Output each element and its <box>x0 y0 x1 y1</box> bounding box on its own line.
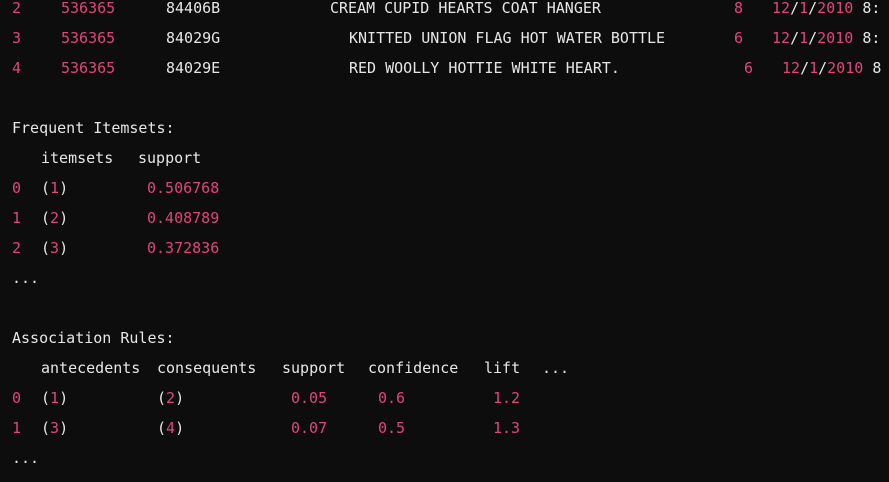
invoice-date: 12/1/2010 8: <box>772 29 881 47</box>
support-value: 0.408789 <box>147 209 220 227</box>
itemset: (2) <box>41 209 69 227</box>
frequent-row: 1 (2) 0.408789 <box>0 207 219 229</box>
support-value: 0.07 <box>291 419 328 437</box>
ellipsis: ... <box>12 449 40 467</box>
invoice-no: 536365 <box>61 0 116 17</box>
rule-row: 1 (3) (4) 0.07 0.5 1.3 <box>0 417 520 439</box>
consequent: (4) <box>157 419 185 437</box>
description: RED WOOLLY HOTTIE WHITE HEART. <box>349 59 620 77</box>
consequent: (2) <box>157 389 185 407</box>
itemset: (3) <box>41 239 69 257</box>
confidence-value: 0.6 <box>378 389 406 407</box>
row-index: 2 <box>12 0 22 17</box>
row-index: 0 <box>12 389 22 407</box>
itemset: (1) <box>41 179 69 197</box>
frequent-itemsets-heading: Frequent Itemsets: <box>12 119 175 137</box>
rule-row: 0 (1) (2) 0.05 0.6 1.2 <box>0 387 520 409</box>
invoice-date: 12/1/2010 8: <box>772 0 881 17</box>
col-consequents: consequents <box>157 359 257 377</box>
antecedent: (1) <box>41 389 69 407</box>
row-index: 4 <box>12 59 22 77</box>
antecedent: (3) <box>41 419 69 437</box>
description: KNITTED UNION FLAG HOT WATER BOTTLE <box>349 29 666 47</box>
col-support: support <box>138 149 202 167</box>
invoice-no: 536365 <box>61 29 116 47</box>
frequent-row: 0 (1) 0.506768 <box>0 177 219 199</box>
invoice-no: 536365 <box>61 59 116 77</box>
col-more: ... <box>542 359 570 377</box>
row-index: 2 <box>12 239 22 257</box>
stock-code: 84406B <box>166 0 221 17</box>
col-confidence: confidence <box>368 359 459 377</box>
confidence-value: 0.5 <box>378 419 406 437</box>
stock-code: 84029E <box>166 59 221 77</box>
row-index: 0 <box>12 179 22 197</box>
row-index: 3 <box>12 29 22 47</box>
col-itemsets: itemsets <box>41 149 114 167</box>
support-value: 0.506768 <box>147 179 220 197</box>
terminal-output: 2 536365 84406B CREAM CUPID HEARTS COAT … <box>0 0 889 482</box>
lift-value: 1.2 <box>493 389 521 407</box>
ellipsis: ... <box>12 269 40 287</box>
stock-code: 84029G <box>166 29 221 47</box>
df-row: 3 536365 84029G KNITTED UNION FLAG HOT W… <box>0 27 880 49</box>
support-value: 0.372836 <box>147 239 220 257</box>
quantity: 6 <box>734 29 744 47</box>
description: CREAM CUPID HEARTS COAT HANGER <box>330 0 601 17</box>
quantity: 6 <box>744 59 754 77</box>
col-support: support <box>282 359 346 377</box>
quantity: 8 <box>734 0 744 17</box>
support-value: 0.05 <box>291 389 328 407</box>
frequent-header-row: itemsets support <box>0 147 201 169</box>
rules-header-row: antecedents consequents support confiden… <box>0 357 569 379</box>
lift-value: 1.3 <box>493 419 521 437</box>
col-antecedents: antecedents <box>41 359 141 377</box>
row-index: 1 <box>12 419 22 437</box>
df-row: 2 536365 84406B CREAM CUPID HEARTS COAT … <box>0 0 880 19</box>
col-lift: lift <box>484 359 521 377</box>
association-rules-heading: Association Rules: <box>12 329 175 347</box>
frequent-row: 2 (3) 0.372836 <box>0 237 219 259</box>
df-row: 4 536365 84029E RED WOOLLY HOTTIE WHITE … <box>0 57 881 79</box>
row-index: 1 <box>12 209 22 227</box>
invoice-date: 12/1/2010 8 <box>782 59 882 77</box>
